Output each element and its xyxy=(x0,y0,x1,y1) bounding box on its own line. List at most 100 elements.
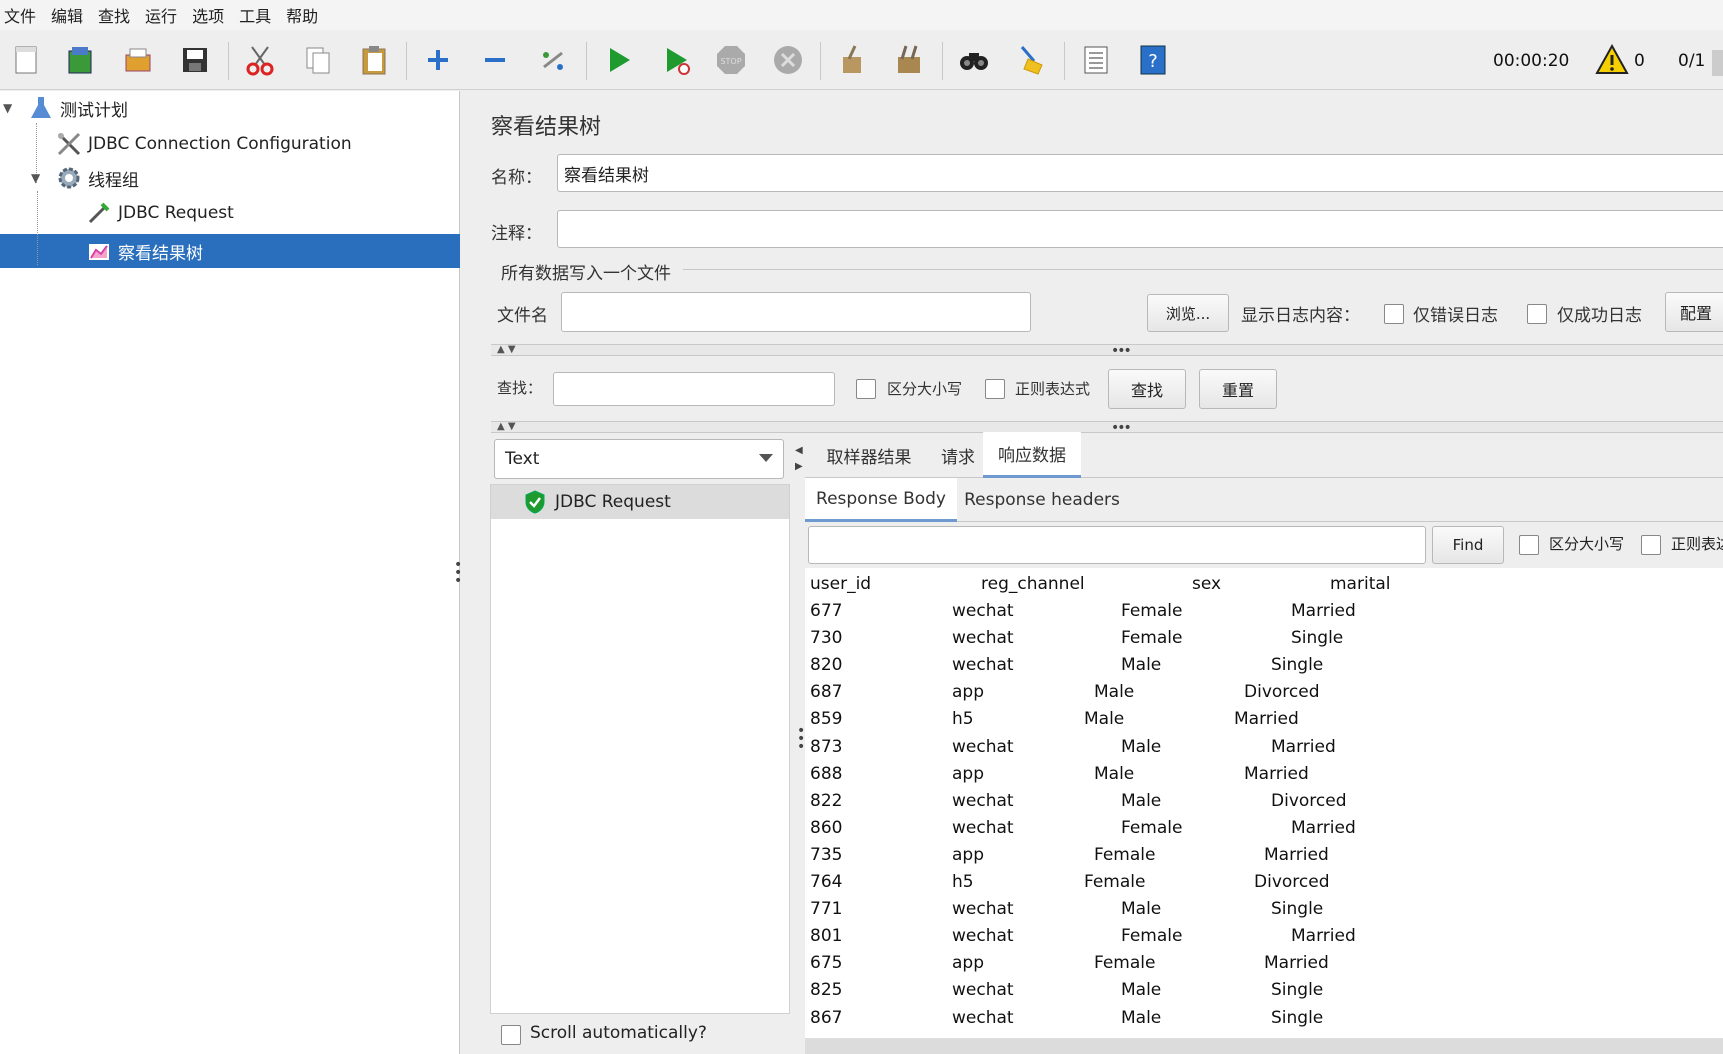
reset-search-icon[interactable] xyxy=(1013,42,1049,78)
templates-icon[interactable] xyxy=(62,42,98,78)
menu-file[interactable]: 文件 xyxy=(4,3,36,27)
start-icon[interactable] xyxy=(600,42,636,78)
thread-count: 0/1 xyxy=(1678,51,1706,71)
list-item[interactable]: JDBC Request xyxy=(491,485,789,519)
configure-button[interactable]: 配置 xyxy=(1665,292,1723,332)
svg-text:STOP: STOP xyxy=(720,57,741,66)
toggle-icon[interactable] xyxy=(535,42,571,78)
tab-sampler-result[interactable]: 取样器结果 xyxy=(805,432,933,478)
table-cell: wechat xyxy=(952,926,1014,947)
svg-text:?: ? xyxy=(1148,51,1158,72)
warning-icon[interactable] xyxy=(1594,42,1630,78)
table-cell: wechat xyxy=(952,817,1014,838)
search-icon[interactable] xyxy=(956,42,992,78)
table-cell: Married xyxy=(1291,817,1356,838)
new-icon[interactable] xyxy=(8,42,44,78)
stop-icon[interactable]: STOP xyxy=(713,42,749,78)
gear-icon xyxy=(56,165,82,191)
table-cell: app xyxy=(952,763,984,784)
table-cell: wechat xyxy=(952,655,1014,676)
table-cell: wechat xyxy=(952,1007,1014,1028)
tree-node-jdbc-request[interactable]: JDBC Request xyxy=(86,196,234,230)
elapsed-timer: 00:00:20 xyxy=(1493,51,1570,71)
menu-edit[interactable]: 编辑 xyxy=(51,3,83,27)
success-only-label: 仅成功日志 xyxy=(1557,306,1642,326)
menu-search[interactable]: 查找 xyxy=(98,3,130,27)
tree-node-test-plan[interactable]: 测试计划 xyxy=(28,91,128,125)
browse-button[interactable]: 浏览... xyxy=(1147,294,1229,332)
table-cell: Married xyxy=(1264,953,1329,974)
table-cell: 687 xyxy=(810,682,843,703)
table-cell: Single xyxy=(1271,655,1324,676)
clear-icon[interactable] xyxy=(834,42,870,78)
table-cell: app xyxy=(952,682,984,703)
menu-tools[interactable]: 工具 xyxy=(239,3,271,27)
table-cell: wechat xyxy=(952,899,1014,920)
filename-input[interactable] xyxy=(561,292,1031,332)
expand-toggle-icon[interactable]: ▼ xyxy=(31,171,40,185)
menu-bar: 文件 编辑 查找 运行 选项 工具 帮助 xyxy=(0,0,1723,30)
table-cell: Male xyxy=(1094,682,1135,703)
tab-request[interactable]: 请求 xyxy=(933,432,983,478)
name-label: 名称： xyxy=(491,168,542,188)
open-icon[interactable] xyxy=(120,42,156,78)
case-sensitive-label: 区分大小写 xyxy=(887,380,963,398)
menu-run[interactable]: 运行 xyxy=(145,3,177,27)
expand-icon[interactable] xyxy=(420,42,456,78)
reset-button[interactable]: 重置 xyxy=(1199,369,1277,409)
tree-node-label: 察看结果树 xyxy=(118,243,203,264)
horizontal-scrollbar[interactable] xyxy=(805,1038,1723,1054)
table-header: user_id xyxy=(810,574,872,594)
table-cell: wechat xyxy=(952,628,1014,649)
tree-node-view-results-tree[interactable]: 察看结果树 xyxy=(86,234,203,268)
scroll-auto-checkbox[interactable] xyxy=(501,1025,521,1045)
response-search-input[interactable] xyxy=(808,526,1426,564)
tab-response-headers[interactable]: Response headers xyxy=(957,478,1127,522)
errors-only-checkbox[interactable] xyxy=(1384,304,1404,324)
table-header: sex xyxy=(1192,574,1222,594)
regex-checkbox[interactable] xyxy=(985,379,1005,399)
save-icon[interactable] xyxy=(177,42,213,78)
table-cell: Male xyxy=(1121,790,1162,811)
paste-icon[interactable] xyxy=(356,42,392,78)
table-cell: 820 xyxy=(810,655,843,676)
test-plan-icon xyxy=(28,95,54,121)
help-icon[interactable]: ? xyxy=(1135,42,1171,78)
table-cell: 675 xyxy=(810,953,843,974)
response-regex-checkbox[interactable] xyxy=(1641,535,1661,555)
tab-response-body[interactable]: Response Body xyxy=(805,478,957,522)
find-button[interactable]: 查找 xyxy=(1108,369,1186,409)
copy-icon[interactable] xyxy=(300,42,336,78)
tree-node-thread-group[interactable]: 线程组 xyxy=(56,161,139,195)
collapse-left-icon[interactable]: ◀ xyxy=(795,445,803,456)
tree-node-jdbc-connection[interactable]: JDBC Connection Configuration xyxy=(56,127,352,161)
file-group-title: 所有数据写入一个文件 xyxy=(501,264,671,284)
table-cell: Male xyxy=(1094,763,1135,784)
collapse-icon[interactable] xyxy=(477,42,513,78)
expand-right-icon[interactable]: ▶ xyxy=(795,461,803,472)
menu-help[interactable]: 帮助 xyxy=(286,3,318,27)
scroll-auto-row: Scroll automatically? xyxy=(490,1014,790,1054)
response-case-checkbox[interactable] xyxy=(1519,535,1539,555)
table-cell: h5 xyxy=(952,709,974,730)
function-helper-icon[interactable] xyxy=(1078,42,1114,78)
table-cell: 764 xyxy=(810,872,843,892)
success-only-checkbox[interactable] xyxy=(1527,304,1547,324)
table-cell: Married xyxy=(1271,736,1336,757)
table-header: reg_channel xyxy=(981,574,1085,594)
response-find-button[interactable]: Find xyxy=(1432,526,1504,564)
case-sensitive-checkbox[interactable] xyxy=(856,379,876,399)
name-field[interactable]: 察看结果树 xyxy=(557,154,1723,192)
shutdown-icon[interactable] xyxy=(770,42,806,78)
menu-options[interactable]: 选项 xyxy=(192,3,224,27)
expand-toggle-icon[interactable]: ▼ xyxy=(3,101,12,115)
clear-all-icon[interactable] xyxy=(891,42,927,78)
tab-response-data[interactable]: 响应数据 xyxy=(983,432,1081,478)
search-input[interactable] xyxy=(553,372,835,406)
cut-icon[interactable] xyxy=(242,42,278,78)
renderer-select[interactable]: Text xyxy=(494,439,784,479)
comment-field[interactable] xyxy=(557,210,1723,248)
response-body: user_id reg_channel sex marital 677 wecha… xyxy=(805,568,1723,1038)
split-divider[interactable] xyxy=(491,344,1723,356)
start-no-pause-icon[interactable] xyxy=(657,42,693,78)
